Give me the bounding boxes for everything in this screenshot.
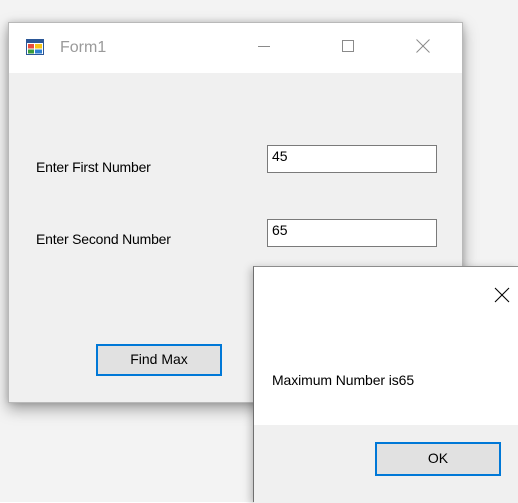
- second-number-input[interactable]: 65: [267, 219, 437, 247]
- close-button[interactable]: [393, 23, 453, 73]
- title-bar[interactable]: Form1: [9, 23, 462, 73]
- maximize-button[interactable]: [318, 23, 378, 73]
- first-number-label: Enter First Number: [36, 159, 151, 175]
- first-number-input[interactable]: 45: [267, 145, 437, 173]
- message-text: Maximum Number is65: [272, 372, 415, 388]
- window-title: Form1: [60, 39, 107, 56]
- minimize-button[interactable]: [234, 23, 294, 73]
- minimize-icon: [258, 39, 270, 57]
- message-box-close-button[interactable]: [494, 287, 510, 303]
- desktop-top-strip: [0, 0, 518, 10]
- close-icon: [416, 38, 430, 58]
- find-max-button[interactable]: Find Max: [96, 344, 222, 376]
- second-number-label: Enter Second Number: [36, 231, 171, 247]
- app-icon: [26, 39, 44, 55]
- maximize-icon: [342, 39, 354, 57]
- message-box-dialog: Maximum Number is65 OK: [253, 266, 518, 503]
- close-icon: [494, 287, 510, 303]
- ok-button[interactable]: OK: [375, 442, 501, 476]
